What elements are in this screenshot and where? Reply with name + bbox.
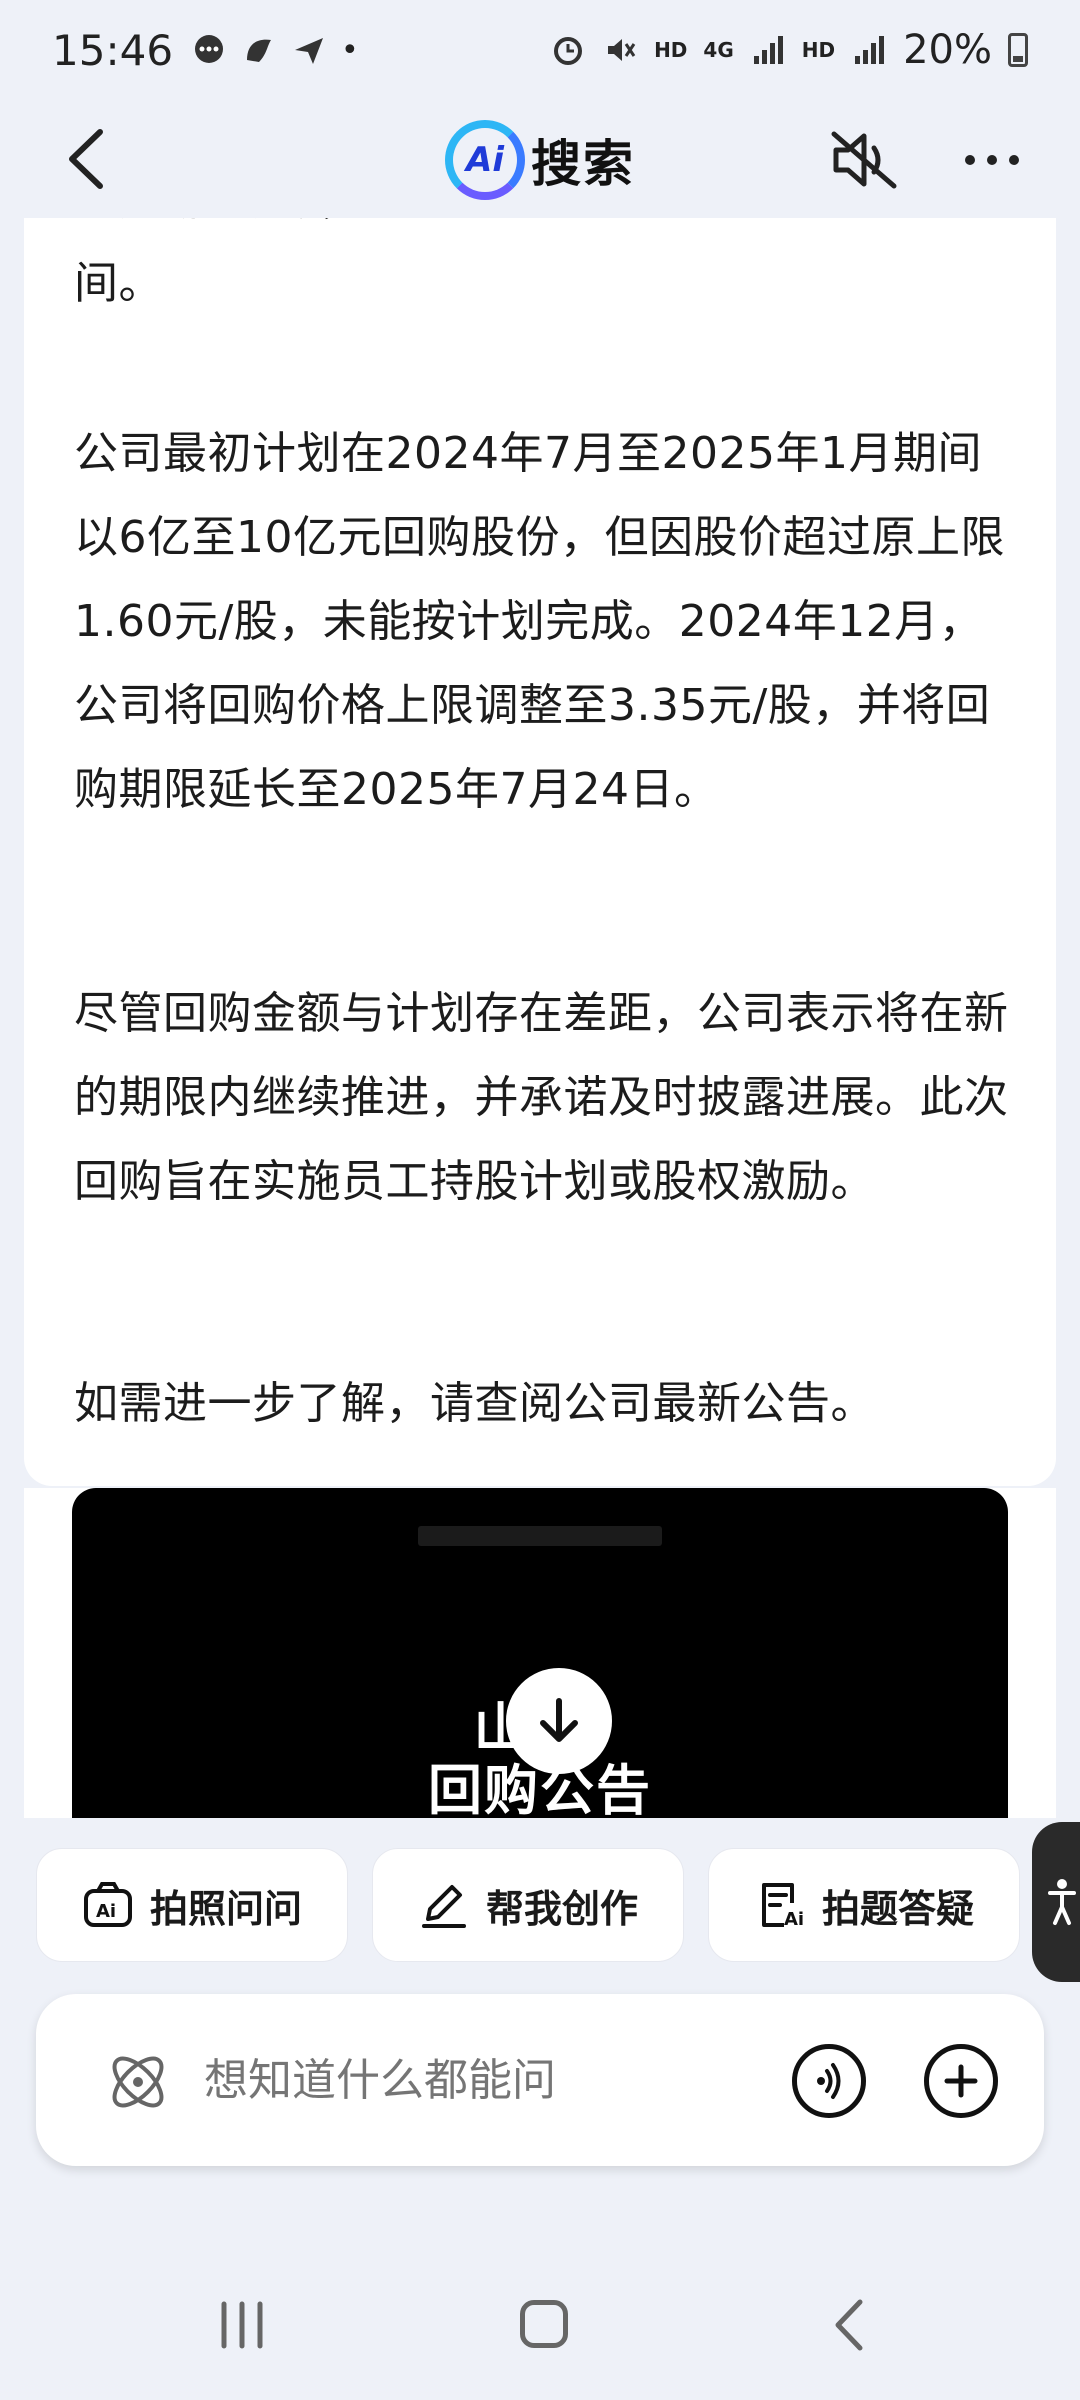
accessibility-button[interactable] — [1032, 1822, 1080, 1982]
arrow-down-icon — [540, 1698, 578, 1742]
plus-icon — [944, 2064, 978, 2098]
photo-ask-label: 拍照问问 — [149, 1886, 302, 1931]
svg-text:Ai: Ai — [784, 1909, 804, 1930]
status-time: 15:46 — [52, 25, 174, 75]
answer-paragraph-partial: 含交易费用），回购价格在2.19元至2.24元之间。 — [74, 218, 963, 309]
notification-icons: • — [191, 32, 359, 68]
status-bar: 15:46 • HD 4G HD 20% — [0, 0, 1080, 100]
network-4g-label: 4G — [703, 38, 734, 62]
add-button[interactable] — [924, 2044, 998, 2118]
answer-paragraph-2: 尽管回购金额与计划存在差距，公司表示将在新的期限内继续推进，并承诺及时披露进展。… — [74, 988, 1009, 1207]
video-thumbnail[interactable]: 山 科 回购公告 — [72, 1488, 1008, 1818]
chat-bubble-icon — [195, 35, 224, 63]
app-header: Ai 搜索 — [0, 100, 1080, 220]
status-right: HD 4G HD 20% — [550, 27, 1028, 73]
app-logo: Ai 搜索 — [445, 120, 635, 200]
download-button[interactable] — [506, 1668, 612, 1774]
more-notifications-dot: • — [341, 32, 359, 68]
alarm-icon — [554, 37, 583, 65]
photo-ask-button[interactable]: Ai 拍照问问 — [36, 1848, 348, 1962]
accessibility-icon — [1048, 1879, 1076, 1925]
answer-card: 含交易费用），回购价格在2.19元至2.24元之间。 公司最初计划在2024年7… — [24, 218, 1056, 1486]
more-options-icon[interactable] — [965, 140, 1027, 180]
photo-question-label: 拍题答疑 — [821, 1886, 974, 1931]
video-top-bar — [418, 1526, 662, 1546]
signal-icon — [753, 36, 783, 64]
back-arrow-icon[interactable] — [58, 124, 118, 194]
svg-text:Ai: Ai — [96, 1901, 116, 1922]
screen: 15:46 • HD 4G HD 20% Ai 搜索 含交易费用） — [0, 0, 1080, 2400]
ai-logo-icon: Ai — [445, 120, 525, 200]
camera-ai-icon: Ai — [83, 1882, 132, 1927]
battery-icon — [1008, 33, 1028, 67]
voice-wave-icon — [817, 2063, 841, 2099]
recent-apps-icon[interactable] — [218, 2300, 268, 2350]
battery-percent: 20% — [903, 27, 992, 73]
answer-paragraph-1: 公司最初计划在2024年7月至2025年1月期间以6亿至10亿元回购股份，但因股… — [74, 428, 1005, 815]
ai-assistant-icon[interactable] — [102, 2046, 174, 2118]
app-notification-icon — [247, 39, 272, 62]
speaker-mute-icon[interactable] — [830, 130, 900, 190]
system-nav-bar — [0, 2270, 1080, 2380]
send-icon — [295, 38, 324, 64]
hd-label-2: HD — [801, 38, 836, 62]
question-input[interactable] — [204, 2050, 764, 2110]
video-section: 山 科 回购公告 — [24, 1488, 1056, 1818]
pen-icon — [421, 1885, 466, 1928]
help-create-label: 帮我创作 — [485, 1886, 638, 1931]
page-title: 搜索 — [531, 135, 635, 193]
help-create-button[interactable]: 帮我创作 — [372, 1848, 684, 1962]
nav-back-icon[interactable] — [830, 2298, 870, 2352]
voice-input-button[interactable] — [792, 2044, 866, 2118]
home-icon[interactable] — [520, 2300, 568, 2348]
chat-input-bar — [36, 1994, 1044, 2166]
answer-paragraph-3: 如需进一步了解，请查阅公司最新公告。 — [74, 1378, 875, 1429]
document-scan-icon: Ai — [761, 1883, 804, 1930]
signal-icon-2 — [855, 36, 885, 64]
hd-label: HD — [654, 38, 688, 62]
photo-question-button[interactable]: Ai 拍题答疑 — [708, 1848, 1020, 1962]
mute-status-icon — [608, 39, 636, 61]
